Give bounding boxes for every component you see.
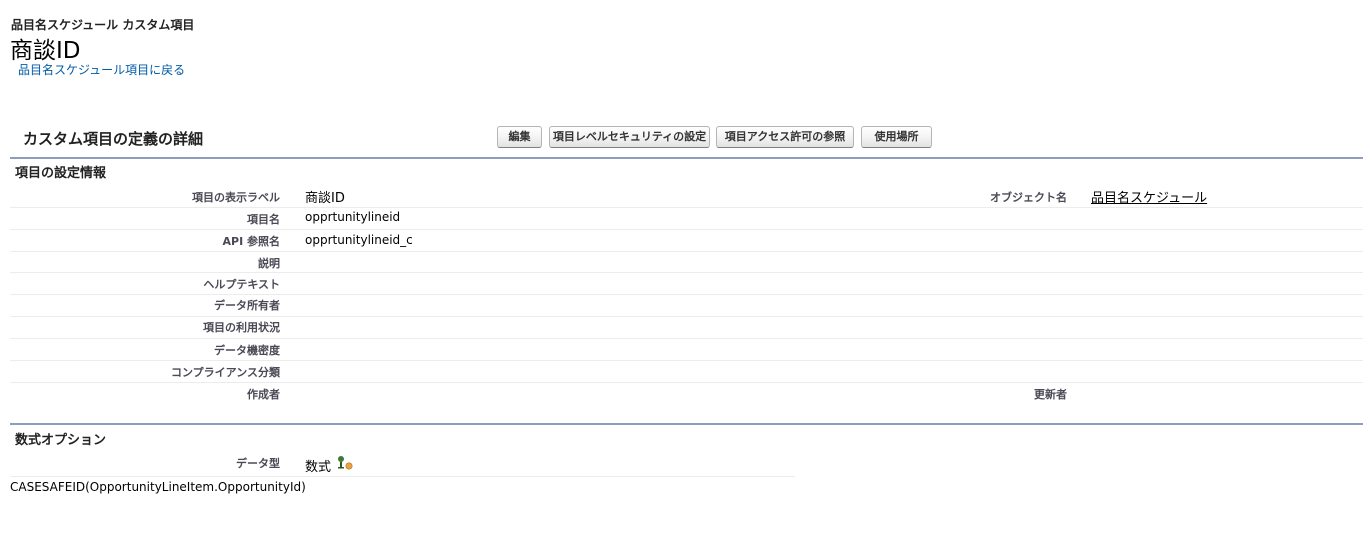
field-info-heading: 項目の設定情報 — [15, 166, 107, 181]
row-value-api-name: opprtunitylineid_c — [305, 233, 413, 247]
row-label-data-sensitivity: データ機密度 — [214, 344, 280, 357]
field-access-button[interactable]: 項目アクセス許可の参照 — [716, 126, 854, 148]
row-value-field-name: opprtunitylineid — [305, 210, 401, 224]
row-divider — [10, 251, 1363, 252]
detail-section-title: カスタム項目の定義の詳細 — [23, 130, 204, 148]
modified-by-label: 更新者 — [1034, 388, 1067, 401]
row-label-data-owner: データ所有者 — [214, 299, 280, 312]
row-divider — [10, 360, 1363, 361]
row-label-field-name: 項目名 — [247, 213, 280, 226]
row-divider — [10, 294, 1363, 295]
section-divider — [10, 157, 1363, 159]
where-used-button[interactable]: 使用場所 — [861, 126, 932, 148]
formula-options-heading: 数式オプション — [15, 433, 107, 448]
row-label-help-text: ヘルプテキスト — [203, 278, 280, 291]
row-divider — [10, 207, 1363, 208]
row-label-api-name: API 参照名 — [222, 235, 281, 248]
row-value-field-label: 商談ID — [305, 191, 345, 206]
object-name-label: オブジェクト名 — [990, 191, 1067, 204]
section-divider — [10, 423, 1363, 425]
row-value-data-type: 数式 — [305, 460, 332, 475]
row-divider — [10, 316, 1363, 317]
row-divider — [10, 272, 1363, 273]
row-label-field-usage: 項目の利用状況 — [203, 321, 280, 334]
back-to-fields-link[interactable]: 品目名スケジュール項目に戻る — [18, 61, 185, 78]
row-divider — [10, 382, 1363, 383]
row-label-field-label: 項目の表示ラベル — [192, 191, 280, 204]
object-name-link[interactable]: 品目名スケジュール — [1091, 187, 1207, 206]
row-divider — [10, 476, 795, 477]
row-label-compliance: コンプライアンス分類 — [170, 366, 280, 379]
formula-text: CASESAFEID(OpportunityLineItem.Opportuni… — [10, 480, 306, 494]
row-label-data-type: データ型 — [236, 457, 280, 470]
field-security-button[interactable]: 項目レベルセキュリティの設定 — [549, 126, 710, 148]
row-label-created-by: 作成者 — [247, 388, 280, 401]
formula-help-icon[interactable] — [336, 455, 354, 471]
edit-button[interactable]: 編集 — [497, 126, 542, 148]
row-divider — [10, 229, 1363, 230]
row-label-description: 説明 — [258, 257, 280, 270]
page-title: 商談ID — [10, 38, 81, 64]
row-divider — [10, 338, 1363, 339]
